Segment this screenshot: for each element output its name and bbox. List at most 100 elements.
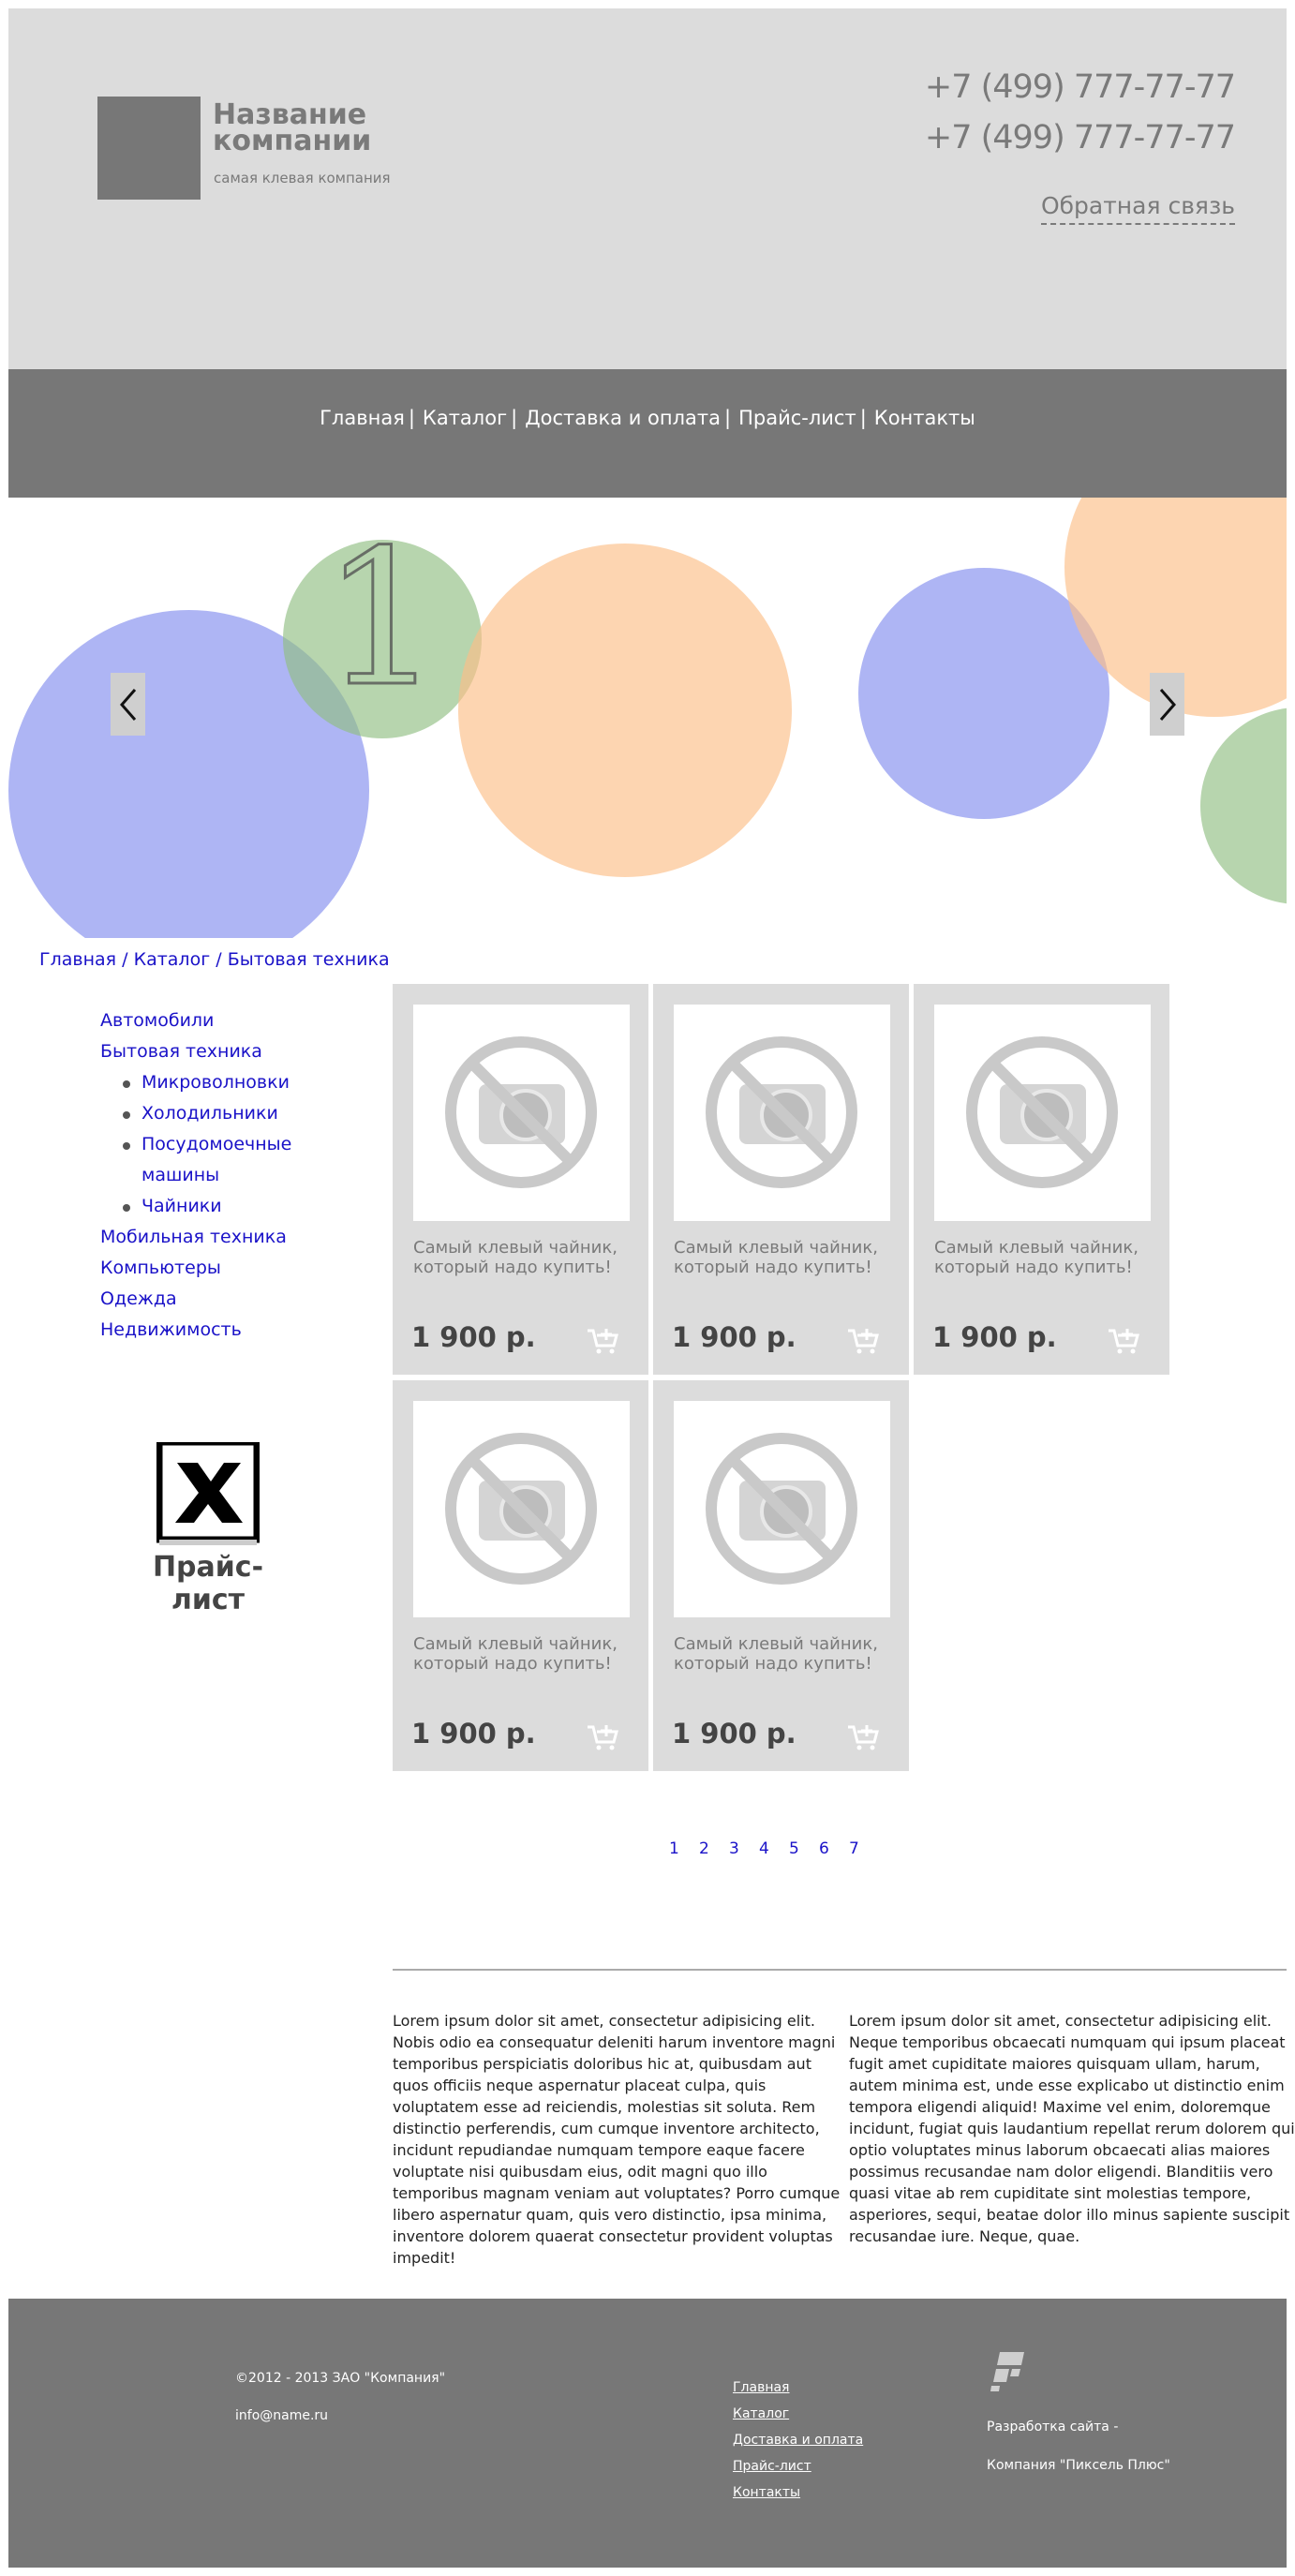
divider [393,1969,1287,1971]
product-price: 1 900 р. [672,1321,796,1353]
product-card[interactable]: Самый клевый чайник, который надо купить… [653,984,909,1375]
product-image[interactable] [934,1005,1151,1221]
product-image[interactable] [674,1005,890,1221]
chevron-left-icon [119,688,136,721]
sidebar-item-clothing[interactable]: Одежда [100,1288,177,1309]
footer-nav: Главная Каталог Доставка и оплата Прайс-… [733,2375,863,2506]
developer-company[interactable]: Компания "Пиксель Плюс" [987,2458,1170,2473]
nav-separator: | [724,406,732,429]
page-link[interactable]: 5 [789,1839,819,1858]
slider-next-button[interactable] [1150,673,1184,736]
company-name: Название компании [213,98,372,157]
page-link[interactable]: 1 [669,1839,699,1858]
developer-credit: Разработка сайта - [987,2420,1119,2435]
breadcrumb-home[interactable]: Главная [39,949,116,970]
breadcrumb: Главная / Каталог / Бытовая техника [39,949,390,970]
nav-item-price-list[interactable]: Прайс-лист [738,407,856,429]
phone-number-2: +7 (499) 777-77-77 [924,119,1236,156]
product-price: 1 900 р. [672,1718,796,1750]
footer: ©2012 - 2013 ЗАО "Компания" info@name.ru… [8,2299,1287,2568]
sidebar-item-appliances[interactable]: Бытовая техника [100,1041,262,1062]
pagination: 1 2 3 4 5 6 7 [669,1839,879,1858]
footer-link-price-list[interactable]: Прайс-лист [733,2459,811,2474]
product-card[interactable]: Самый клевый чайник, который надо купить… [653,1380,909,1771]
nav-separator: | [859,406,867,429]
slider-prev-button[interactable] [111,673,145,736]
nav-separator: | [408,406,415,429]
sidebar-subitem-microwaves[interactable]: Микроволновки [141,1072,290,1093]
product-title[interactable]: Самый клевый чайник, который надо купить… [674,1238,899,1277]
product-title[interactable]: Самый клевый чайник, который надо купить… [934,1238,1159,1277]
price-list-download[interactable]: Прайс-лист [119,1442,297,1616]
developer-logo-icon[interactable] [987,2350,1028,2391]
slider-circle-green [1200,707,1287,904]
page-link[interactable]: 2 [699,1839,729,1858]
no-photo-icon [445,1433,597,1585]
company-logo[interactable] [97,97,201,200]
breadcrumb-separator: / [216,949,222,970]
no-photo-icon [445,1036,597,1188]
nav-separator: | [511,406,518,429]
header: Название компании самая клевая компания … [8,8,1287,369]
product-title[interactable]: Самый клевый чайник, который надо купить… [413,1238,638,1277]
add-to-cart-icon[interactable] [846,1327,880,1355]
nav-item-delivery[interactable]: Доставка и оплата [525,407,721,429]
product-price: 1 900 р. [411,1321,536,1353]
excel-icon [156,1442,260,1545]
page-link[interactable]: 6 [819,1839,849,1858]
slide-number: 1 [320,510,442,728]
footer-link-home[interactable]: Главная [733,2380,789,2395]
breadcrumb-current[interactable]: Бытовая техника [228,949,390,970]
page: Название компании самая клевая компания … [8,8,1295,2568]
no-photo-icon [966,1036,1118,1188]
product-title[interactable]: Самый клевый чайник, который надо купить… [674,1634,899,1674]
text-column-right: Lorem ipsum dolor sit amet, consectetur … [849,2012,1295,2245]
main-nav: Главная | Каталог | Доставка и оплата | … [8,369,1287,498]
product-price: 1 900 р. [932,1321,1057,1353]
sidebar-subitem-fridges[interactable]: Холодильники [141,1103,278,1124]
sidebar-subitem-dishwashers[interactable]: Посудомоечные машины [141,1134,291,1185]
product-price: 1 900 р. [411,1718,536,1750]
footer-link-contacts[interactable]: Контакты [733,2485,800,2500]
product-image[interactable] [674,1401,890,1617]
page-link[interactable]: 4 [759,1839,789,1858]
footer-link-delivery[interactable]: Доставка и оплата [733,2433,863,2448]
sidebar-item-computers[interactable]: Компьютеры [100,1258,221,1278]
category-sidebar: Автомобили Бытовая техника Микроволновки… [100,1005,320,1346]
product-card[interactable]: Самый клевый чайник, который надо купить… [393,1380,648,1771]
chevron-right-icon [1159,688,1176,721]
nav-item-home[interactable]: Главная [320,407,405,429]
nav-item-contacts[interactable]: Контакты [874,407,975,429]
product-card[interactable]: Самый клевый чайник, который надо купить… [914,984,1169,1375]
feedback-link[interactable]: Обратная связь [1040,192,1235,225]
banner-slider: 1 [8,498,1287,938]
sidebar-subcategory-list: Микроволновки Холодильники Посудомоечные… [100,1067,320,1222]
footer-email[interactable]: info@name.ru [235,2408,328,2423]
breadcrumb-separator: / [122,949,128,970]
sidebar-subitem-kettles[interactable]: Чайники [141,1196,222,1216]
product-image[interactable] [413,1005,630,1221]
sidebar-item-cars[interactable]: Автомобили [100,1010,214,1031]
add-to-cart-icon[interactable] [846,1723,880,1751]
text-column-left: Lorem ipsum dolor sit amet, consectetur … [393,2012,841,2267]
sidebar-item-realty[interactable]: Недвижимость [100,1319,242,1340]
page-link[interactable]: 7 [849,1839,879,1858]
product-card[interactable]: Самый клевый чайник, который надо купить… [393,984,648,1375]
product-image[interactable] [413,1401,630,1617]
breadcrumb-catalog[interactable]: Каталог [134,949,211,970]
page-link[interactable]: 3 [729,1839,759,1858]
footer-link-catalog[interactable]: Каталог [733,2406,789,2421]
sidebar-item-mobile[interactable]: Мобильная техника [100,1227,287,1247]
add-to-cart-icon[interactable] [1107,1327,1140,1355]
add-to-cart-icon[interactable] [586,1723,619,1751]
nav-item-catalog[interactable]: Каталог [423,407,507,429]
slider-circle-orange [458,543,792,877]
footer-copyright: ©2012 - 2013 ЗАО "Компания" [235,2371,446,2386]
product-title[interactable]: Самый клевый чайник, который надо купить… [413,1634,638,1674]
company-tagline: самая клевая компания [214,170,391,186]
no-photo-icon [706,1036,857,1188]
no-photo-icon [706,1433,857,1585]
price-list-label: Прайс-лист [152,1551,264,1616]
phone-number-1: +7 (499) 777-77-77 [924,68,1236,106]
add-to-cart-icon[interactable] [586,1327,619,1355]
